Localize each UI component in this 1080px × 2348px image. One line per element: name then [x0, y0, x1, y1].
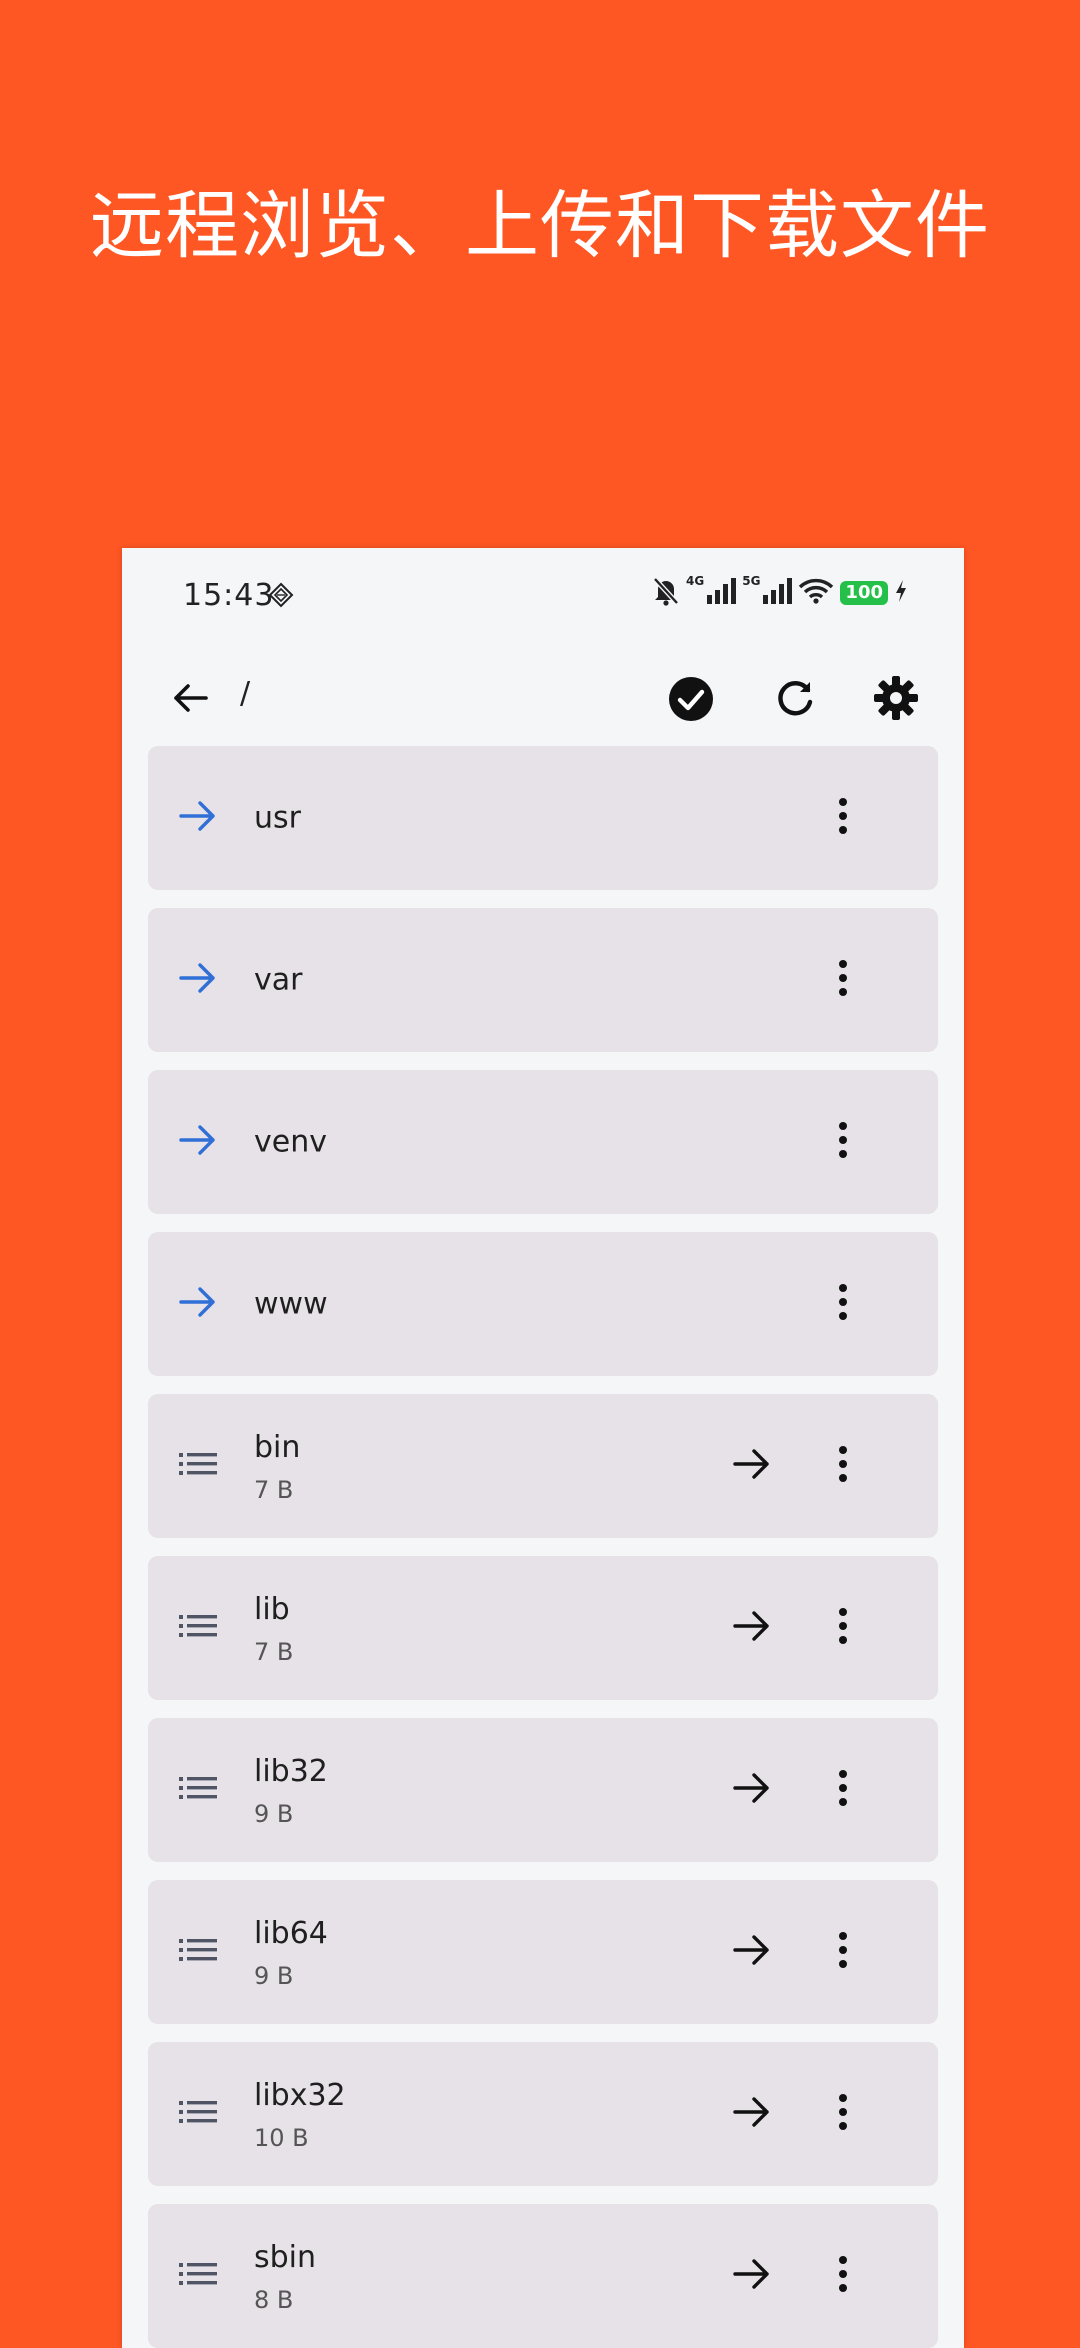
item-name: libx32 [254, 2078, 346, 2113]
item-name: lib [254, 1592, 290, 1627]
item-name: var [254, 962, 303, 998]
bell-muted-icon [652, 576, 680, 610]
folder-arrow-icon [178, 1122, 218, 1162]
battery-level: 100 [840, 581, 888, 605]
item-name: lib64 [254, 1916, 328, 1951]
toolbar: / [122, 644, 964, 752]
open-arrow-icon[interactable] [732, 1932, 772, 1972]
folder-arrow-icon [178, 960, 218, 1000]
status-icons: 4G 5G 100 [652, 574, 908, 610]
item-name: sbin [254, 2240, 317, 2275]
item-name: lib32 [254, 1754, 328, 1789]
list-item-folder[interactable]: var [148, 908, 938, 1052]
more-vert-icon[interactable] [836, 958, 850, 1002]
more-vert-icon[interactable] [836, 1768, 850, 1812]
more-vert-icon[interactable] [836, 1120, 850, 1164]
list-item-file[interactable]: bin 7 B [148, 1394, 938, 1538]
file-list-icon [178, 1612, 218, 1644]
more-vert-icon[interactable] [836, 2254, 850, 2298]
list-item-file[interactable]: lib32 9 B [148, 1718, 938, 1862]
list-item-folder[interactable]: usr [148, 746, 938, 890]
file-list: usr var venv www bin 7 B lib 7 B lib32 9… [148, 746, 938, 2348]
network-label-2: 5G [742, 574, 761, 588]
item-name: www [254, 1286, 328, 1322]
open-arrow-icon[interactable] [732, 1770, 772, 1810]
more-vert-icon[interactable] [836, 2092, 850, 2136]
select-check-icon[interactable] [668, 676, 714, 726]
item-size: 7 B [254, 1476, 294, 1504]
list-item-file[interactable]: lib64 9 B [148, 1880, 938, 2024]
item-size: 9 B [254, 1962, 294, 1990]
folder-arrow-icon [178, 798, 218, 838]
more-vert-icon[interactable] [836, 1606, 850, 1650]
more-vert-icon[interactable] [836, 1930, 850, 1974]
item-name: usr [254, 800, 301, 836]
more-vert-icon[interactable] [836, 1444, 850, 1488]
list-item-folder[interactable]: venv [148, 1070, 938, 1214]
promo-headline: 远程浏览、上传和下载文件 [90, 183, 990, 269]
file-list-icon [178, 1450, 218, 1482]
item-size: 8 B [254, 2286, 294, 2314]
back-arrow-icon[interactable] [170, 678, 210, 722]
phone-screen: 15:43 4G 5G 100 / usr var venv www bin 7… [122, 548, 964, 2348]
more-vert-icon[interactable] [836, 796, 850, 840]
more-vert-icon[interactable] [836, 1282, 850, 1326]
signal-bars-icon [706, 577, 737, 609]
item-size: 7 B [254, 1638, 294, 1666]
refresh-icon[interactable] [772, 676, 818, 726]
file-list-icon [178, 2098, 218, 2130]
item-name: bin [254, 1430, 301, 1465]
network-label-1: 4G [686, 574, 705, 588]
wifi-icon [798, 577, 834, 609]
settings-gear-icon[interactable] [872, 674, 920, 726]
file-list-icon [178, 1936, 218, 1968]
list-item-file[interactable]: libx32 10 B [148, 2042, 938, 2186]
status-bar: 15:43 4G 5G 100 [122, 548, 964, 644]
file-list-icon [178, 2260, 218, 2292]
open-arrow-icon[interactable] [732, 1446, 772, 1486]
open-arrow-icon[interactable] [732, 2256, 772, 2296]
signal-bars-icon-2 [762, 577, 793, 609]
file-list-icon [178, 1774, 218, 1806]
item-name: venv [254, 1124, 327, 1160]
folder-arrow-icon [178, 1284, 218, 1324]
item-size: 10 B [254, 2124, 309, 2152]
list-item-file[interactable]: lib 7 B [148, 1556, 938, 1700]
current-path: / [240, 676, 251, 711]
open-arrow-icon[interactable] [732, 2094, 772, 2134]
list-item-folder[interactable]: www [148, 1232, 938, 1376]
open-arrow-icon[interactable] [732, 1608, 772, 1648]
status-time: 15:43 [183, 578, 275, 613]
item-size: 9 B [254, 1800, 294, 1828]
list-item-file[interactable]: sbin 8 B [148, 2204, 938, 2348]
nfc-diamond-icon [268, 582, 294, 612]
charging-bolt-icon [894, 579, 908, 607]
